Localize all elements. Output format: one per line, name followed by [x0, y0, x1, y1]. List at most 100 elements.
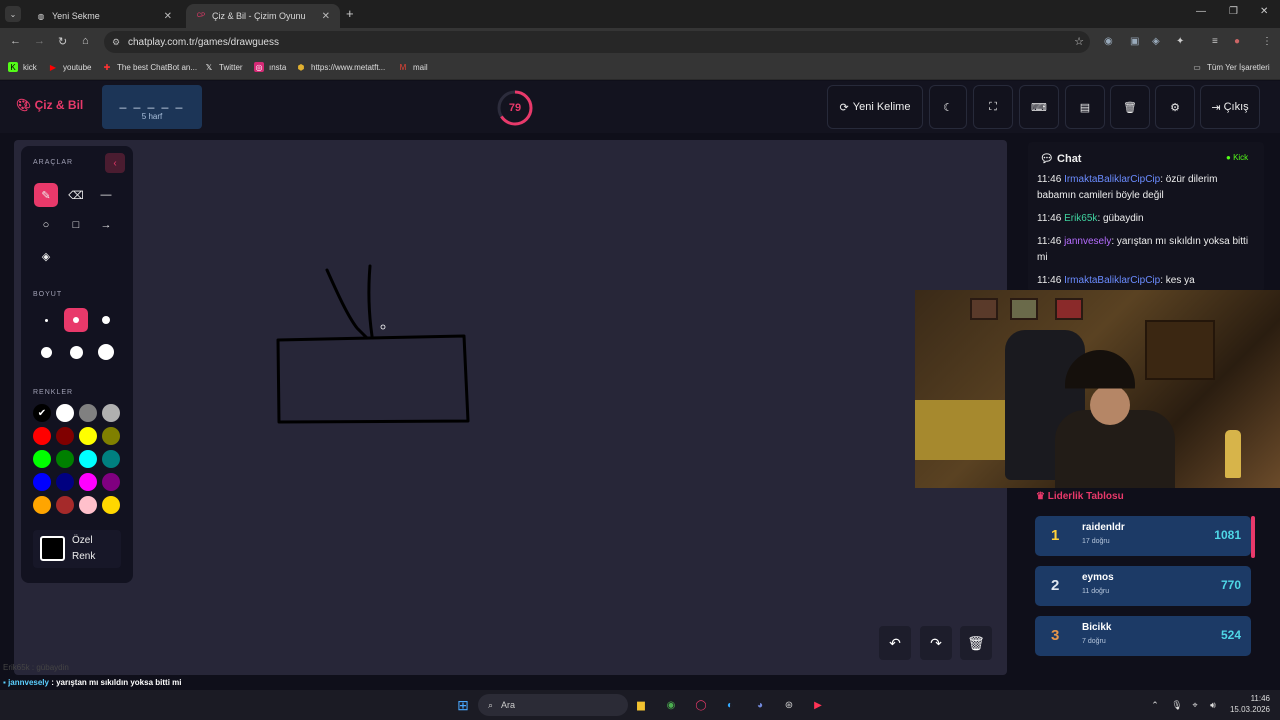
minimize-icon[interactable]: — — [1196, 6, 1206, 17]
new-tab-plus-icon[interactable]: + — [346, 6, 354, 21]
extension-icon[interactable]: ◉ — [1104, 36, 1113, 47]
redo-button[interactable]: ↷ — [920, 626, 952, 660]
color-swatch[interactable] — [33, 496, 51, 514]
microphone-icon[interactable]: 🎙︎ — [1168, 696, 1186, 714]
site-info-icon[interactable]: ⚙ — [112, 37, 120, 48]
color-swatch[interactable] — [33, 450, 51, 468]
new-word-button[interactable]: ⟳ Yeni Kelime — [827, 85, 923, 129]
size-option-2[interactable] — [64, 308, 88, 332]
color-swatch[interactable] — [33, 427, 51, 445]
bookmark-insta[interactable]: ◎ ınsta — [254, 62, 286, 72]
profile-avatar[interactable]: ● — [1234, 36, 1240, 47]
reload-icon[interactable]: ↻ — [58, 35, 67, 48]
edge-icon[interactable]: ◐ — [721, 696, 739, 714]
settings-button[interactable]: ⚙ — [1155, 85, 1195, 129]
archive-button[interactable]: ▤ — [1065, 85, 1105, 129]
color-swatch[interactable] — [79, 427, 97, 445]
color-swatch[interactable] — [79, 450, 97, 468]
color-swatch[interactable] — [102, 427, 120, 445]
fullscreen-button[interactable]: ⛶ — [973, 85, 1013, 129]
bookmark-chatbot[interactable]: ✚ The best ChatBot an... — [102, 62, 197, 72]
bookmark-star-icon[interactable]: ☆ — [1074, 35, 1084, 48]
windows-start-icon[interactable]: ⊞ — [454, 696, 472, 714]
circle-tool[interactable]: ○ — [34, 213, 58, 237]
chrome-icon[interactable]: ◉ — [662, 696, 680, 714]
line-tool[interactable]: — — [94, 183, 118, 207]
rectangle-tool[interactable]: □ — [64, 213, 88, 237]
browser-tab-game[interactable]: CP Çiz & Bil - Çizim Oyunu ✕ — [186, 4, 340, 28]
bookmark-youtube[interactable]: ▶ youtube — [48, 62, 92, 72]
taskbar-search[interactable]: ⌕ Ara — [478, 694, 628, 716]
media-player-icon[interactable]: ▶ — [809, 696, 827, 714]
color-swatch[interactable] — [56, 427, 74, 445]
color-swatch[interactable] — [33, 473, 51, 491]
tab-list-chevron-icon[interactable]: ⌄ — [5, 6, 21, 22]
color-swatch[interactable] — [79, 496, 97, 514]
color-swatch[interactable] — [102, 404, 120, 422]
fill-tool[interactable]: ◈ — [34, 244, 58, 268]
size-option-1[interactable] — [34, 308, 58, 332]
extensions-puzzle-icon[interactable]: ✦ — [1176, 36, 1184, 47]
color-swatch[interactable] — [79, 404, 97, 422]
color-swatch[interactable] — [56, 496, 74, 514]
color-swatch[interactable] — [79, 473, 97, 491]
leaderboard-scrollbar[interactable] — [1251, 516, 1255, 558]
clear-canvas-button[interactable]: 🗑︎ — [960, 626, 992, 660]
arrow-tool[interactable]: → — [94, 213, 118, 237]
color-swatch[interactable] — [56, 450, 74, 468]
chat-username[interactable]: Erik65k — [1064, 213, 1097, 224]
color-swatch[interactable] — [102, 450, 120, 468]
window-close-icon[interactable]: ✕ — [1260, 6, 1268, 17]
forward-arrow-icon[interactable]: → — [34, 35, 45, 47]
undo-button[interactable]: ↶ — [879, 626, 911, 660]
collapse-panel-chevron-left-icon[interactable]: ‹ — [105, 153, 125, 173]
discord-icon[interactable]: ◕ — [751, 696, 769, 714]
file-explorer-icon[interactable]: ▆ — [632, 696, 650, 714]
chat-username[interactable]: jannvesely — [1064, 236, 1111, 247]
reading-list-icon[interactable]: ≡ — [1212, 36, 1218, 47]
exit-button[interactable]: ⇥ Çıkış — [1200, 85, 1260, 129]
extension-icon[interactable]: ▣ — [1130, 36, 1139, 47]
restore-icon[interactable]: ❐ — [1229, 6, 1238, 17]
network-icon[interactable]: ⌖ — [1186, 696, 1204, 714]
opera-icon[interactable]: ◯ — [692, 696, 710, 714]
address-bar[interactable]: ⚙ chatplay.com.tr/games/drawguess ☆ — [104, 31, 1090, 53]
close-icon[interactable]: ✕ — [164, 11, 172, 22]
bookmark-twitter[interactable]: 𝕏 Twitter — [204, 62, 243, 72]
pencil-tool[interactable]: ✎ — [34, 183, 58, 207]
size-option-5[interactable] — [64, 340, 88, 364]
bookmark-metatft[interactable]: ⬢ https://www.metatft... — [296, 62, 386, 72]
volume-icon[interactable]: 🔊︎ — [1204, 696, 1222, 714]
tray-chevron-up-icon[interactable]: ⌃ — [1146, 696, 1164, 714]
back-arrow-icon[interactable]: ← — [10, 35, 21, 47]
dark-mode-button[interactable]: ☾ — [929, 85, 967, 129]
steam-icon[interactable]: ⊛ — [780, 696, 798, 714]
metatft-icon: ⬢ — [297, 62, 305, 72]
chat-username[interactable]: IrmaktaBaliklarCipCip — [1064, 275, 1160, 286]
color-swatch[interactable] — [56, 473, 74, 491]
all-bookmarks-folder[interactable]: ▭ Tüm Yer İşaretleri — [1192, 62, 1269, 72]
taskbar-clock[interactable]: 11:46 15.03.2026 — [1226, 693, 1270, 715]
extension-icon[interactable]: ◈ — [1152, 36, 1160, 47]
home-icon[interactable]: ⌂ — [82, 35, 89, 47]
bookmark-kick[interactable]: Kkick — [8, 62, 37, 72]
color-swatch[interactable] — [56, 404, 74, 422]
color-swatch[interactable]: ✔ — [33, 404, 51, 422]
size-option-4[interactable] — [34, 340, 58, 364]
custom-color-button[interactable]: Özel Renk — [33, 530, 121, 568]
keyboard-button[interactable]: ⌨ — [1019, 85, 1059, 129]
size-option-3[interactable] — [94, 308, 118, 332]
wall-frame — [1055, 298, 1083, 320]
browser-menu-icon[interactable]: ⋮ — [1262, 36, 1272, 47]
eraser-tool[interactable]: ⌫ — [64, 183, 88, 207]
color-swatch[interactable] — [102, 473, 120, 491]
delete-button[interactable]: 🗑︎ — [1110, 85, 1150, 129]
close-icon[interactable]: ✕ — [322, 11, 330, 22]
browser-tab-new-tab[interactable]: ◍ Yeni Sekme ✕ — [26, 4, 182, 28]
size-dot — [98, 344, 114, 360]
color-swatch[interactable] — [102, 496, 120, 514]
chat-username[interactable]: IrmaktaBaliklarCipCip — [1064, 174, 1160, 185]
bookmark-mail[interactable]: Mmail — [398, 62, 428, 72]
chat-time: 11:46 — [1037, 236, 1062, 247]
size-option-6[interactable] — [94, 340, 118, 364]
